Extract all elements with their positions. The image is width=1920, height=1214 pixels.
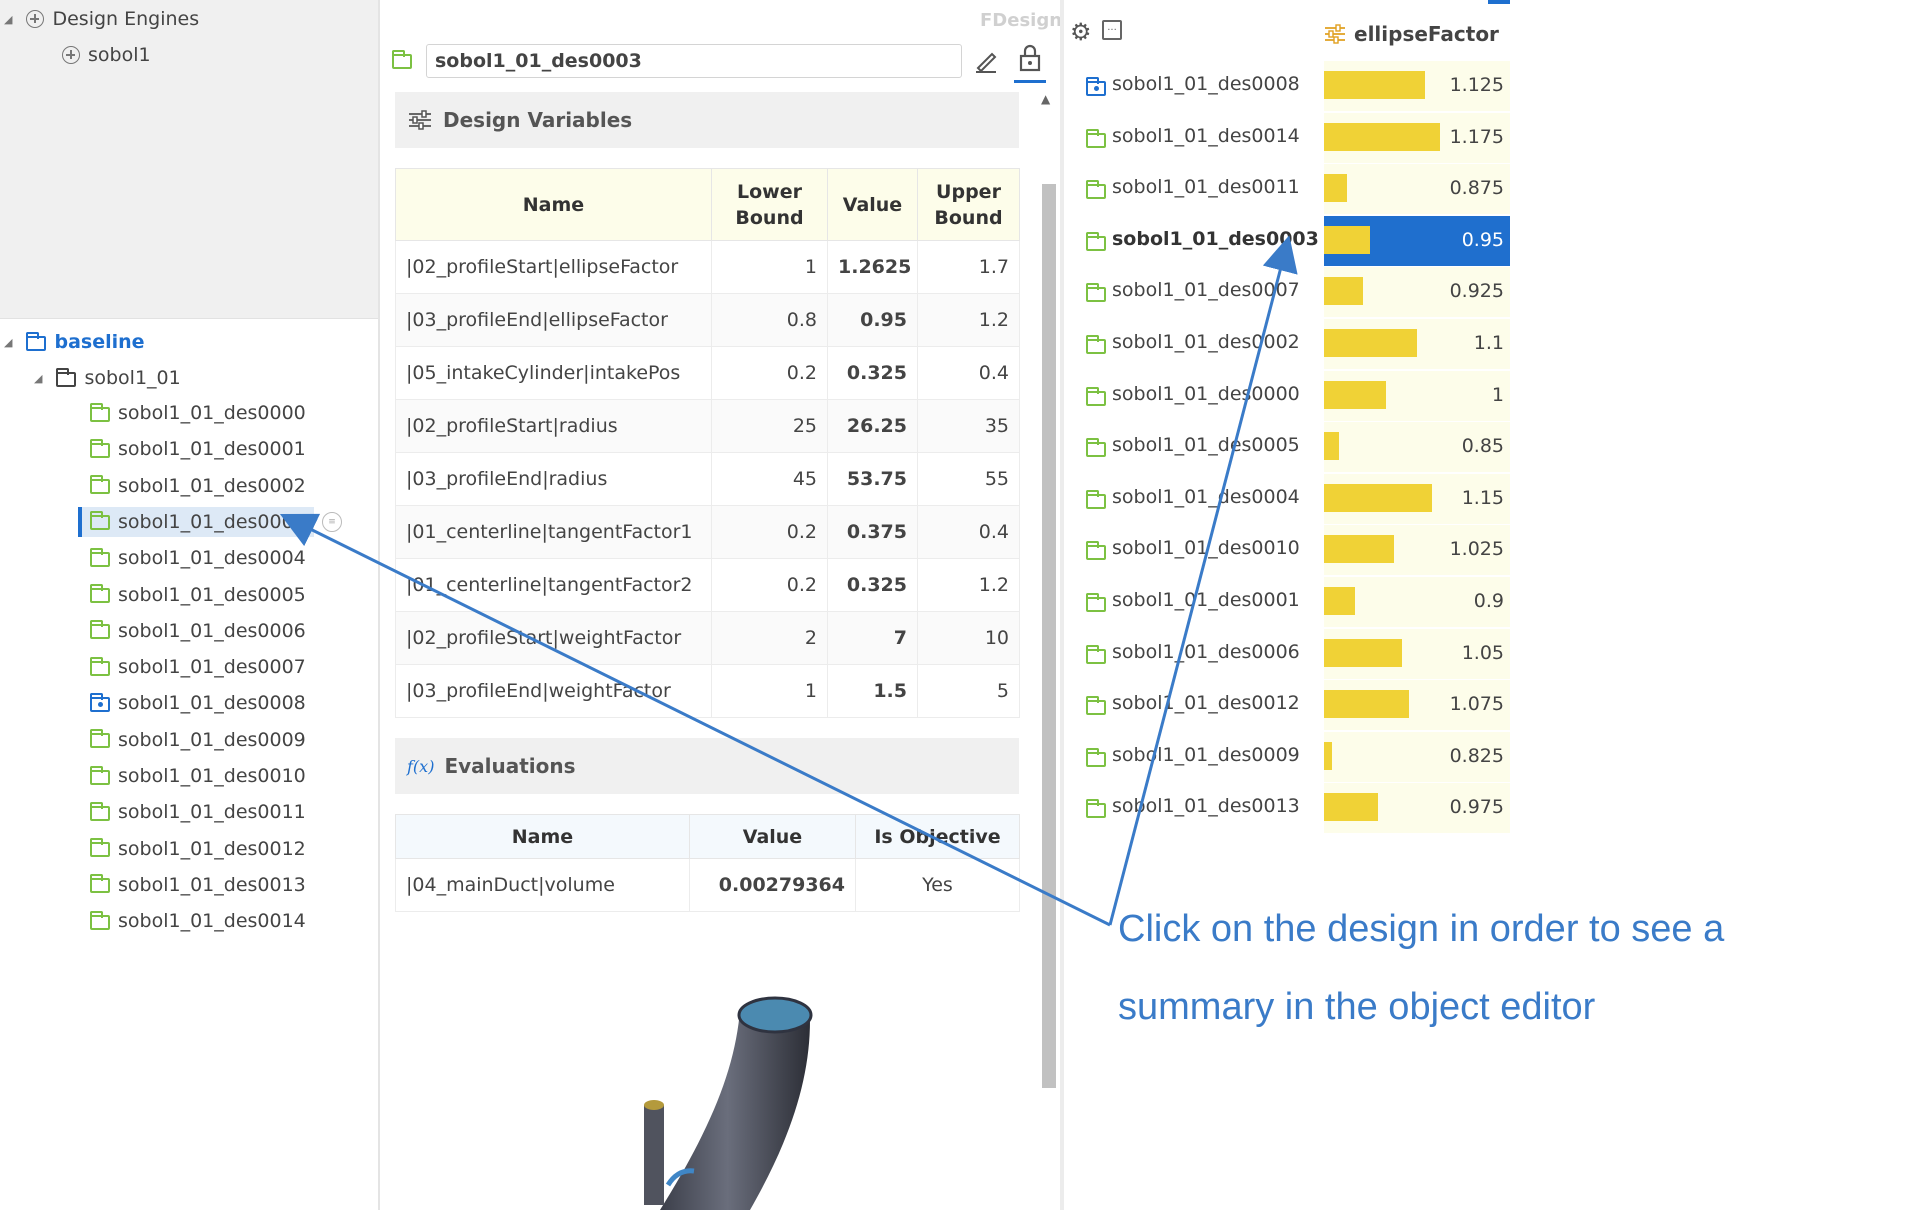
annotation-arrows xyxy=(279,235,1298,927)
arrow-to-tree xyxy=(279,513,1111,927)
annotation-line-2: summary in the object editor xyxy=(1118,986,1596,1028)
arrow-to-results xyxy=(1108,235,1298,926)
annotation-line-1: Click on the design in order to see a xyxy=(1118,908,1725,950)
